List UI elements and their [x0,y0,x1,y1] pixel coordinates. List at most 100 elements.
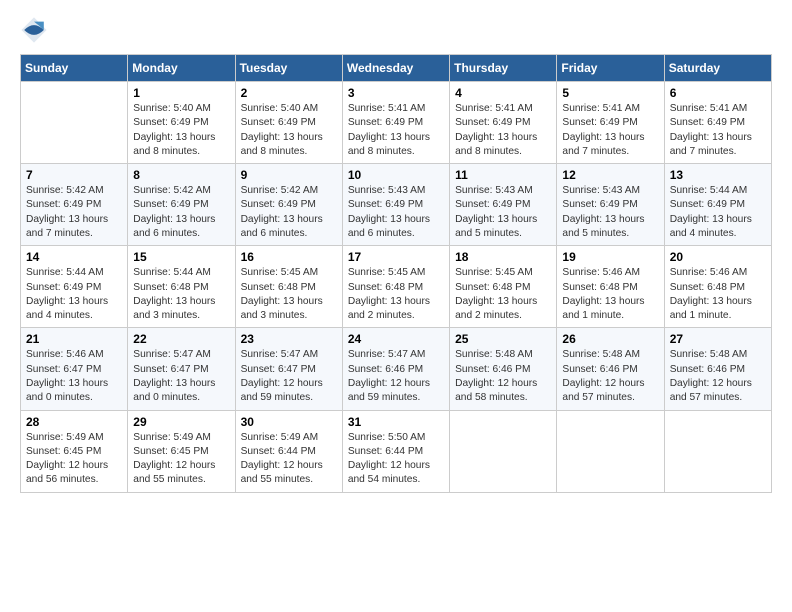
day-info: Sunrise: 5:41 AM Sunset: 6:49 PM Dayligh… [348,102,444,159]
calendar-cell: 17 Sunrise: 5:45 AM Sunset: 6:48 PM Dayli… [342,246,449,328]
day-info: Sunrise: 5:41 AM Sunset: 6:49 PM Dayligh… [562,102,658,159]
day-number: 13 [670,168,766,182]
day-number: 8 [133,168,229,182]
week-row-3: 14 Sunrise: 5:44 AM Sunset: 6:49 PM Dayli… [21,246,772,328]
day-info: Sunrise: 5:46 AM Sunset: 6:48 PM Dayligh… [562,266,658,323]
week-row-2: 7Sunrise: 5:42 AM Sunset: 6:49 PM Daylig… [21,164,772,246]
calendar-cell: 4Sunrise: 5:41 AM Sunset: 6:49 PM Daylig… [450,82,557,164]
day-header-saturday: Saturday [664,55,771,82]
day-number: 5 [562,86,658,100]
calendar-cell: 12 Sunrise: 5:43 AM Sunset: 6:49 PM Dayli… [557,164,664,246]
day-number: 18 [455,250,551,264]
calendar-cell: 7Sunrise: 5:42 AM Sunset: 6:49 PM Daylig… [21,164,128,246]
day-info: Sunrise: 5:49 AM Sunset: 6:45 PM Dayligh… [26,431,122,488]
calendar-cell: 28 Sunrise: 5:49 AM Sunset: 6:45 PM Dayli… [21,410,128,492]
calendar-cell: 13 Sunrise: 5:44 AM Sunset: 6:49 PM Dayli… [664,164,771,246]
calendar-cell: 8 Sunrise: 5:42 AM Sunset: 6:49 PM Daylig… [128,164,235,246]
day-number: 14 [26,250,122,264]
day-header-monday: Monday [128,55,235,82]
day-number: 20 [670,250,766,264]
calendar-cell: 5 Sunrise: 5:41 AM Sunset: 6:49 PM Daylig… [557,82,664,164]
day-number: 11 [455,168,551,182]
calendar-cell [664,410,771,492]
day-number: 3 [348,86,444,100]
day-number: 26 [562,332,658,346]
day-number: 2 [241,86,337,100]
day-info: Sunrise: 5:40 AM Sunset: 6:49 PM Dayligh… [241,102,337,159]
calendar-cell: 14 Sunrise: 5:44 AM Sunset: 6:49 PM Dayli… [21,246,128,328]
calendar-cell: 9Sunrise: 5:42 AM Sunset: 6:49 PM Daylig… [235,164,342,246]
day-info: Sunrise: 5:42 AM Sunset: 6:49 PM Dayligh… [133,184,229,241]
day-info: Sunrise: 5:41 AM Sunset: 6:49 PM Dayligh… [670,102,766,159]
day-number: 1 [133,86,229,100]
day-number: 24 [348,332,444,346]
day-info: Sunrise: 5:50 AM Sunset: 6:44 PM Dayligh… [348,431,444,488]
calendar-cell: 25 Sunrise: 5:48 AM Sunset: 6:46 PM Dayli… [450,328,557,410]
calendar-cell: 10 Sunrise: 5:43 AM Sunset: 6:49 PM Dayli… [342,164,449,246]
calendar-cell: 18Sunrise: 5:45 AM Sunset: 6:48 PM Dayli… [450,246,557,328]
calendar-cell: 16 Sunrise: 5:45 AM Sunset: 6:48 PM Dayli… [235,246,342,328]
day-info: Sunrise: 5:44 AM Sunset: 6:49 PM Dayligh… [26,266,122,323]
day-info: Sunrise: 5:45 AM Sunset: 6:48 PM Dayligh… [241,266,337,323]
calendar-cell: 29Sunrise: 5:49 AM Sunset: 6:45 PM Dayli… [128,410,235,492]
day-info: Sunrise: 5:47 AM Sunset: 6:47 PM Dayligh… [133,348,229,405]
day-info: Sunrise: 5:48 AM Sunset: 6:46 PM Dayligh… [562,348,658,405]
day-info: Sunrise: 5:42 AM Sunset: 6:49 PM Dayligh… [241,184,337,241]
header-row: SundayMondayTuesdayWednesdayThursdayFrid… [21,55,772,82]
day-info: Sunrise: 5:42 AM Sunset: 6:49 PM Dayligh… [26,184,122,241]
calendar-cell: 19 Sunrise: 5:46 AM Sunset: 6:48 PM Dayli… [557,246,664,328]
day-number: 25 [455,332,551,346]
calendar-cell: 27 Sunrise: 5:48 AM Sunset: 6:46 PM Dayli… [664,328,771,410]
day-header-wednesday: Wednesday [342,55,449,82]
calendar-cell: 26 Sunrise: 5:48 AM Sunset: 6:46 PM Dayli… [557,328,664,410]
day-header-sunday: Sunday [21,55,128,82]
week-row-5: 28 Sunrise: 5:49 AM Sunset: 6:45 PM Dayli… [21,410,772,492]
calendar-cell: 11 Sunrise: 5:43 AM Sunset: 6:49 PM Dayli… [450,164,557,246]
calendar-cell: 1 Sunrise: 5:40 AM Sunset: 6:49 PM Daylig… [128,82,235,164]
day-info: Sunrise: 5:45 AM Sunset: 6:48 PM Dayligh… [348,266,444,323]
day-number: 16 [241,250,337,264]
day-info: Sunrise: 5:46 AM Sunset: 6:48 PM Dayligh… [670,266,766,323]
page-header [20,20,772,44]
calendar-cell [21,82,128,164]
calendar-cell: 24 Sunrise: 5:47 AM Sunset: 6:46 PM Dayli… [342,328,449,410]
day-info: Sunrise: 5:48 AM Sunset: 6:46 PM Dayligh… [455,348,551,405]
day-number: 19 [562,250,658,264]
day-info: Sunrise: 5:43 AM Sunset: 6:49 PM Dayligh… [562,184,658,241]
day-number: 6 [670,86,766,100]
calendar-cell [557,410,664,492]
day-info: Sunrise: 5:44 AM Sunset: 6:48 PM Dayligh… [133,266,229,323]
calendar-cell: 21Sunrise: 5:46 AM Sunset: 6:47 PM Dayli… [21,328,128,410]
day-number: 31 [348,415,444,429]
week-row-4: 21Sunrise: 5:46 AM Sunset: 6:47 PM Dayli… [21,328,772,410]
calendar-cell: 23 Sunrise: 5:47 AM Sunset: 6:47 PM Dayli… [235,328,342,410]
day-info: Sunrise: 5:43 AM Sunset: 6:49 PM Dayligh… [455,184,551,241]
calendar-cell: 2 Sunrise: 5:40 AM Sunset: 6:49 PM Daylig… [235,82,342,164]
week-row-1: 1 Sunrise: 5:40 AM Sunset: 6:49 PM Daylig… [21,82,772,164]
day-header-friday: Friday [557,55,664,82]
day-info: Sunrise: 5:43 AM Sunset: 6:49 PM Dayligh… [348,184,444,241]
day-number: 10 [348,168,444,182]
day-number: 17 [348,250,444,264]
day-number: 21 [26,332,122,346]
calendar-cell: 6 Sunrise: 5:41 AM Sunset: 6:49 PM Daylig… [664,82,771,164]
day-info: Sunrise: 5:41 AM Sunset: 6:49 PM Dayligh… [455,102,551,159]
day-info: Sunrise: 5:47 AM Sunset: 6:47 PM Dayligh… [241,348,337,405]
day-info: Sunrise: 5:40 AM Sunset: 6:49 PM Dayligh… [133,102,229,159]
day-info: Sunrise: 5:49 AM Sunset: 6:44 PM Dayligh… [241,431,337,488]
day-number: 27 [670,332,766,346]
day-number: 23 [241,332,337,346]
day-number: 28 [26,415,122,429]
day-number: 12 [562,168,658,182]
day-number: 22 [133,332,229,346]
day-info: Sunrise: 5:47 AM Sunset: 6:46 PM Dayligh… [348,348,444,405]
day-number: 15 [133,250,229,264]
calendar-cell: 31 Sunrise: 5:50 AM Sunset: 6:44 PM Dayli… [342,410,449,492]
day-number: 30 [241,415,337,429]
calendar-cell: 30 Sunrise: 5:49 AM Sunset: 6:44 PM Dayli… [235,410,342,492]
day-info: Sunrise: 5:48 AM Sunset: 6:46 PM Dayligh… [670,348,766,405]
day-info: Sunrise: 5:44 AM Sunset: 6:49 PM Dayligh… [670,184,766,241]
day-header-tuesday: Tuesday [235,55,342,82]
day-number: 29 [133,415,229,429]
calendar-cell: 15 Sunrise: 5:44 AM Sunset: 6:48 PM Dayli… [128,246,235,328]
